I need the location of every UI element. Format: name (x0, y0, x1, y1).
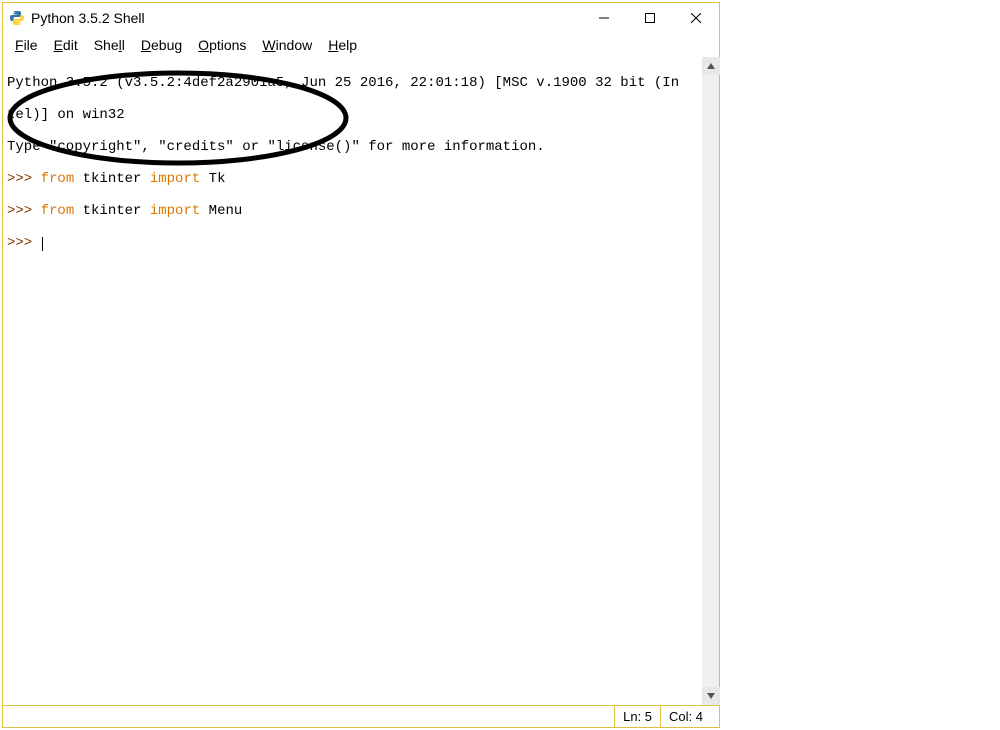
scroll-up-button[interactable] (702, 57, 720, 75)
menu-window[interactable]: Window (254, 35, 320, 55)
maximize-button[interactable] (627, 3, 673, 33)
prompt: >>> (7, 235, 41, 251)
menu-options[interactable]: Options (190, 35, 254, 55)
status-col: Col: 4 (660, 706, 711, 727)
menu-edit[interactable]: Edit (46, 35, 86, 55)
keyword: from (41, 171, 75, 187)
code-line: >>> from tkinter import Tk (7, 171, 715, 187)
prompt: >>> (7, 203, 41, 219)
keyword: import (150, 203, 200, 219)
minimize-button[interactable] (581, 3, 627, 33)
banner-line: Python 3.5.2 (v3.5.2:4def2a2901a5, Jun 2… (7, 75, 715, 91)
banner-line: Type "copyright", "credits" or "license(… (7, 139, 715, 155)
shell-content[interactable]: Python 3.5.2 (v3.5.2:4def2a2901a5, Jun 2… (3, 57, 719, 705)
titlebar[interactable]: Python 3.5.2 Shell (3, 3, 719, 33)
window-controls (581, 3, 719, 33)
menu-file[interactable]: File (7, 35, 46, 55)
status-line: Ln: 5 (614, 706, 660, 727)
statusbar: Ln: 5 Col: 4 (3, 705, 719, 727)
menu-shell[interactable]: Shell (86, 35, 133, 55)
menu-debug[interactable]: Debug (133, 35, 190, 55)
scroll-down-button[interactable] (702, 687, 720, 705)
code-line: >>> from tkinter import Menu (7, 203, 715, 219)
window-title: Python 3.5.2 Shell (31, 10, 581, 26)
text-cursor (42, 237, 43, 251)
keyword: from (41, 203, 75, 219)
menu-help[interactable]: Help (320, 35, 365, 55)
prompt: >>> (7, 171, 41, 187)
prompt-line: >>> (7, 235, 715, 251)
close-button[interactable] (673, 3, 719, 33)
menubar: File Edit Shell Debug Options Window Hel… (3, 33, 719, 57)
python-shell-window: Python 3.5.2 Shell File Edit Shell Debug… (2, 2, 720, 728)
python-icon (9, 10, 25, 26)
vertical-scrollbar[interactable] (701, 57, 719, 705)
keyword: import (150, 171, 200, 187)
banner-line: tel)] on win32 (7, 107, 715, 123)
